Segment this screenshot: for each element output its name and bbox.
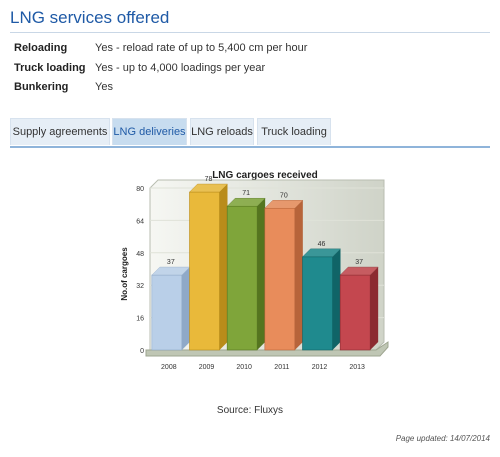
bar-2013: 37 — [339, 259, 379, 351]
y-tick-label: 16 — [136, 316, 144, 323]
bar-side — [294, 200, 303, 350]
page-title: LNG services offered — [10, 8, 170, 27]
bar-front — [302, 256, 333, 351]
data-label: 37 — [355, 259, 363, 266]
y-tick-labels: 0 16 32 48 64 80 — [136, 186, 144, 355]
x-tick-label: 2008 — [161, 364, 177, 371]
bar-front — [264, 207, 296, 351]
bar-front — [226, 205, 258, 351]
bar-side — [370, 267, 379, 350]
bar-2010: 71 — [226, 190, 266, 351]
chart-source: Source: Fluxys — [216, 405, 284, 416]
bar-front — [339, 274, 371, 351]
tab-lng-deliveries[interactable]: LNG deliveries — [112, 118, 187, 145]
bar-front — [189, 191, 220, 351]
x-tick-label: 2009 — [199, 364, 215, 371]
bar-2008: 37 — [151, 259, 191, 351]
bar-2011: 70 — [264, 192, 304, 351]
y-tick-label: 80 — [136, 186, 144, 193]
y-tick-label: 32 — [136, 283, 144, 290]
y-axis-label: No.of cargoes — [120, 247, 129, 301]
bar-side — [219, 184, 228, 350]
data-label: 70 — [280, 192, 288, 199]
service-value: Yes - reload rate of up to 5,400 cm per … — [95, 42, 308, 54]
bar-2009: 78 — [188, 176, 229, 351]
bar-front — [151, 274, 183, 351]
x-tick-label: 2013 — [349, 364, 365, 371]
page-updated: Page updated: 14/07/2014 — [395, 434, 490, 443]
tab-lng-reloads[interactable]: LNG reloads — [190, 118, 254, 145]
x-tick-label: 2011 — [274, 364, 289, 371]
lng-cargoes-chart: LNG cargoes received No.of cargoes 0 16 32… — [120, 170, 389, 371]
data-label: 78 — [205, 176, 213, 183]
service-label: Bunkering — [14, 81, 69, 93]
y-tick-label: 64 — [136, 218, 144, 225]
service-label: Truck loading — [14, 62, 86, 74]
service-label: Reloading — [14, 42, 68, 54]
service-value: Yes - up to 4,000 loadings per year — [95, 62, 266, 74]
data-label: 46 — [318, 241, 326, 248]
bar-side — [257, 198, 266, 350]
x-tick-labels: 2008 2009 2010 2011 2012 2013 — [161, 364, 365, 371]
chart-title: LNG cargoes received — [212, 170, 318, 181]
x-tick-label: 2010 — [236, 364, 252, 371]
bar-side — [181, 267, 190, 350]
data-label: 37 — [167, 259, 175, 266]
tab-divider — [10, 146, 490, 148]
title-divider — [10, 32, 490, 33]
y-tick-label: 48 — [136, 251, 144, 258]
service-value: Yes — [95, 81, 113, 93]
bar-side — [332, 248, 341, 350]
bar-2012: 46 — [301, 241, 342, 351]
tab-supply-agreements[interactable]: Supply agreements — [10, 118, 110, 145]
y-tick-label: 0 — [140, 348, 144, 355]
x-tick-label: 2012 — [312, 364, 328, 371]
tab-truck-loading[interactable]: Truck loading — [257, 118, 331, 145]
data-label: 71 — [242, 190, 250, 197]
